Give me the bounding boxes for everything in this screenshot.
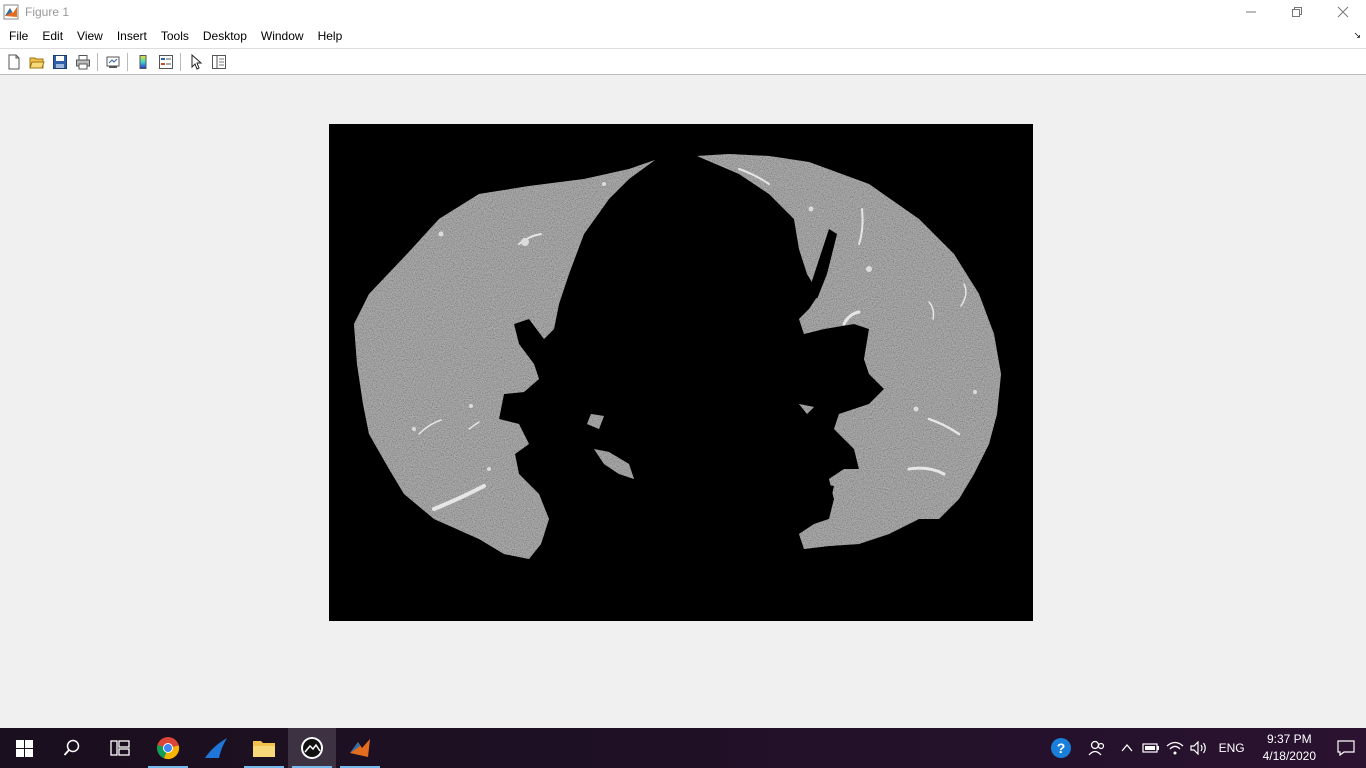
show-hidden-icons-button[interactable] bbox=[1115, 728, 1139, 768]
action-center-button[interactable] bbox=[1326, 728, 1366, 768]
image-axes[interactable] bbox=[329, 124, 1033, 621]
menu-help[interactable]: Help bbox=[311, 24, 350, 48]
taskbar-blue-app[interactable] bbox=[192, 728, 240, 768]
link-plot-button[interactable] bbox=[101, 51, 124, 73]
menu-bar: File Edit View Insert Tools Desktop Wind… bbox=[0, 24, 1366, 48]
menu-tools[interactable]: Tools bbox=[154, 24, 196, 48]
insert-legend-button[interactable] bbox=[154, 51, 177, 73]
task-view-button[interactable] bbox=[96, 728, 144, 768]
open-property-inspector-button[interactable] bbox=[207, 51, 230, 73]
taskbar-image-app[interactable] bbox=[288, 728, 336, 768]
restore-icon bbox=[1292, 7, 1302, 17]
close-icon bbox=[1337, 6, 1349, 18]
menu-window[interactable]: Window bbox=[254, 24, 311, 48]
help-icon: ? bbox=[1050, 738, 1071, 758]
clock-date: 4/18/2020 bbox=[1262, 749, 1316, 763]
new-figure-icon bbox=[8, 54, 19, 69]
figure-canvas bbox=[0, 76, 1366, 728]
notification-icon bbox=[1337, 740, 1355, 756]
task-view-icon bbox=[110, 740, 130, 756]
input-language[interactable]: ENG bbox=[1211, 741, 1253, 755]
image-app-icon bbox=[301, 737, 323, 759]
clock-time: 9:37 PM bbox=[1266, 732, 1312, 746]
save-figure-icon bbox=[52, 54, 67, 69]
edit-plot-icon bbox=[191, 53, 202, 70]
print-figure-button[interactable] bbox=[71, 51, 94, 73]
volume-icon bbox=[1189, 741, 1206, 755]
insert-legend-icon bbox=[158, 54, 173, 69]
search-button[interactable] bbox=[48, 728, 96, 768]
new-figure-button[interactable] bbox=[2, 51, 25, 73]
insert-colorbar-button[interactable] bbox=[131, 51, 154, 73]
link-plot-icon bbox=[106, 56, 119, 68]
toolbar-separator bbox=[180, 52, 181, 71]
figure-toolbar bbox=[0, 48, 1366, 75]
taskbar: ? ENG 9:37 PM 4/18/2020 bbox=[0, 728, 1366, 768]
wifi-icon bbox=[1166, 741, 1184, 755]
chevron-up-icon bbox=[1121, 744, 1133, 752]
taskbar-file-explorer[interactable] bbox=[240, 728, 288, 768]
print-figure-icon bbox=[75, 54, 90, 69]
clock[interactable]: 9:37 PM 4/18/2020 bbox=[1253, 731, 1326, 765]
start-button[interactable] bbox=[0, 728, 48, 768]
menu-edit[interactable]: Edit bbox=[35, 24, 70, 48]
battery-icon bbox=[1141, 743, 1159, 753]
close-button[interactable] bbox=[1320, 0, 1366, 24]
edit-plot-button[interactable] bbox=[184, 51, 207, 73]
toolbar-separator bbox=[97, 52, 98, 71]
window-controls bbox=[1228, 0, 1366, 24]
file-explorer-icon bbox=[253, 741, 275, 757]
lung-ct-image bbox=[329, 124, 1033, 621]
search-icon bbox=[63, 739, 80, 756]
menu-insert[interactable]: Insert bbox=[110, 24, 154, 48]
people-button[interactable] bbox=[1079, 728, 1115, 768]
battery-button[interactable] bbox=[1139, 728, 1163, 768]
people-icon bbox=[1088, 740, 1104, 756]
windows-start-icon bbox=[15, 739, 33, 757]
taskbar-matlab[interactable] bbox=[336, 728, 384, 768]
system-tray: ? ENG 9:37 PM 4/18/2020 bbox=[1043, 728, 1366, 768]
menu-desktop[interactable]: Desktop bbox=[196, 24, 254, 48]
window-titlebar: Figure 1 bbox=[0, 0, 1366, 24]
insert-colorbar-icon bbox=[139, 54, 146, 69]
save-figure-button[interactable] bbox=[48, 51, 71, 73]
svg-text:?: ? bbox=[1056, 740, 1065, 756]
menu-view[interactable]: View bbox=[70, 24, 110, 48]
open-property-inspector-icon bbox=[211, 54, 226, 69]
open-file-button[interactable] bbox=[25, 51, 48, 73]
help-tray-button[interactable]: ? bbox=[1043, 728, 1079, 768]
taskbar-chrome[interactable] bbox=[144, 728, 192, 768]
toolbar-separator bbox=[127, 52, 128, 71]
restore-button[interactable] bbox=[1274, 0, 1320, 24]
minimize-icon bbox=[1246, 11, 1256, 13]
window-title: Figure 1 bbox=[25, 5, 70, 19]
matlab-icon bbox=[350, 739, 370, 757]
dock-arrow-icon[interactable]: ↘ bbox=[1353, 30, 1361, 41]
wifi-button[interactable] bbox=[1163, 728, 1187, 768]
minimize-button[interactable] bbox=[1228, 0, 1274, 24]
matlab-icon bbox=[3, 4, 19, 20]
menu-file[interactable]: File bbox=[2, 24, 35, 48]
volume-button[interactable] bbox=[1187, 728, 1211, 768]
chrome-icon bbox=[157, 737, 180, 760]
open-file-icon bbox=[28, 57, 45, 68]
blue-app-icon bbox=[205, 738, 227, 758]
